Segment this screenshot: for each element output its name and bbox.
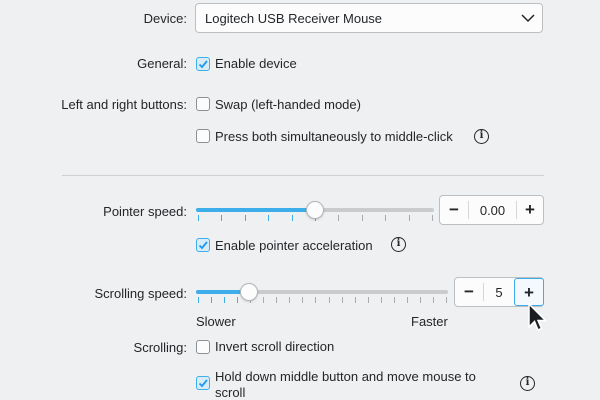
middle-click-label[interactable]: Press both simultaneously to middle-clic… — [215, 129, 453, 144]
scrolling-speed-handle[interactable] — [240, 283, 259, 301]
middle-button-scroll-checkbox[interactable] — [196, 376, 210, 390]
slider-tick — [328, 297, 330, 303]
device-selected-value: Logitech USB Receiver Mouse — [205, 11, 383, 26]
mouse-pointer-icon — [528, 303, 548, 331]
invert-scroll-checkbox[interactable] — [196, 340, 210, 354]
slider-tick — [276, 297, 278, 303]
slider-tick — [198, 215, 199, 221]
slider-tick — [385, 215, 387, 221]
slider-tick — [268, 215, 270, 221]
device-label: Device: — [143, 11, 187, 26]
swap-buttons-label[interactable]: Swap (left-handed mode) — [215, 97, 361, 112]
enable-device-label[interactable]: Enable device — [215, 56, 297, 71]
slider-tick — [263, 297, 265, 303]
slider-tick — [221, 215, 223, 221]
pointer-speed-handle[interactable] — [306, 201, 324, 219]
pointer-acceleration-label[interactable]: Enable pointer acceleration — [215, 238, 373, 253]
pointer-speed-value[interactable]: 0.00 — [469, 203, 516, 218]
scrolling-speed-decrease-button[interactable]: − — [455, 278, 483, 306]
slider-tick — [393, 297, 395, 303]
slider-tick — [237, 297, 239, 303]
slider-tick — [367, 297, 369, 303]
slider-tick — [380, 297, 382, 303]
slider-tick — [361, 215, 363, 221]
info-icon[interactable]: i — [474, 129, 489, 144]
swap-buttons-checkbox[interactable] — [196, 97, 210, 111]
faster-label: Faster — [411, 314, 448, 329]
slider-tick — [338, 215, 340, 221]
slider-tick — [419, 297, 421, 303]
slider-tick — [354, 297, 356, 303]
slider-tick — [244, 215, 246, 221]
slider-tick — [432, 215, 433, 221]
checkmark-icon — [198, 60, 208, 69]
middle-button-scroll-label-line2[interactable]: scroll — [215, 385, 245, 400]
general-label: General: — [137, 56, 187, 71]
device-combobox[interactable]: Logitech USB Receiver Mouse — [195, 3, 543, 33]
info-icon[interactable]: i — [391, 237, 406, 252]
slider-tick — [406, 297, 408, 303]
scrolling-speed-slider[interactable] — [196, 290, 448, 294]
pointer-speed-increase-button[interactable]: + — [516, 196, 544, 224]
buttons-label: Left and right buttons: — [61, 97, 187, 112]
middle-button-scroll-label[interactable]: Hold down middle button and move mouse t… — [215, 369, 476, 384]
scrolling-speed-label: Scrolling speed: — [94, 286, 188, 301]
slider-tick — [211, 297, 213, 303]
invert-scroll-label[interactable]: Invert scroll direction — [215, 339, 334, 354]
pointer-acceleration-checkbox[interactable] — [196, 238, 210, 252]
info-icon[interactable]: i — [520, 376, 535, 391]
slower-label: Slower — [196, 314, 236, 329]
slider-tick — [224, 297, 226, 303]
pointer-speed-fill — [196, 208, 315, 212]
enable-device-checkbox[interactable] — [196, 57, 210, 71]
slider-tick — [289, 297, 291, 303]
slider-tick — [446, 297, 447, 303]
pointer-speed-label: Pointer speed: — [103, 204, 187, 219]
scrolling-label: Scrolling: — [133, 340, 187, 355]
slider-tick — [198, 297, 199, 303]
middle-click-checkbox[interactable] — [196, 129, 210, 143]
slider-tick — [432, 297, 434, 303]
slider-tick — [408, 215, 410, 221]
checkmark-icon — [198, 241, 208, 250]
slider-tick — [302, 297, 304, 303]
scrolling-speed-value[interactable]: 5 — [484, 285, 514, 300]
checkmark-icon — [198, 379, 208, 388]
slider-tick — [315, 297, 317, 303]
scrolling-speed-increase-button[interactable]: + — [514, 278, 544, 306]
pointer-speed-decrease-button[interactable]: − — [440, 196, 468, 224]
section-divider — [62, 175, 544, 176]
slider-tick — [341, 297, 343, 303]
slider-tick — [291, 215, 293, 221]
pointer-speed-spinbox[interactable]: − 0.00 + — [439, 195, 544, 225]
chevron-down-icon — [521, 14, 535, 23]
